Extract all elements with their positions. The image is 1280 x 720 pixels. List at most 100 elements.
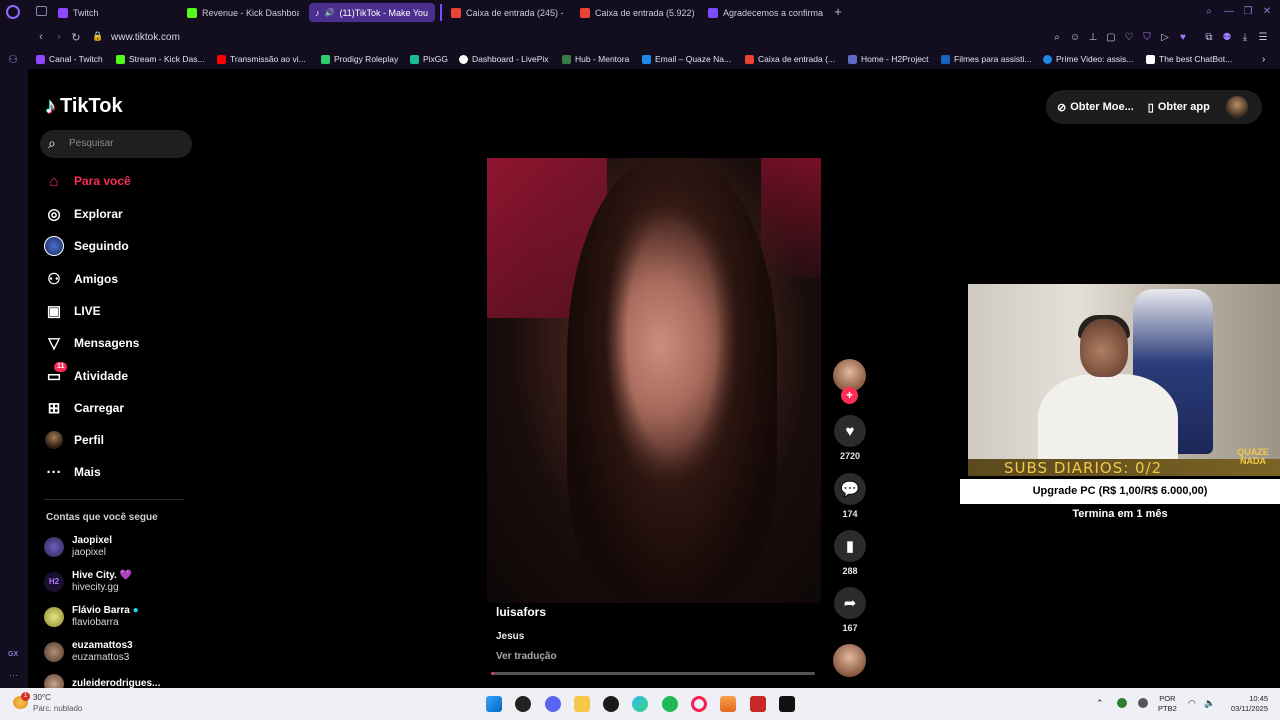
- following-account[interactable]: Flávio Barra ● flaviobarra: [44, 605, 139, 629]
- nav-messages[interactable]: ▽ Mensagens: [44, 332, 139, 354]
- url-field[interactable]: www.tiktok.com: [111, 32, 180, 43]
- vpn-shield-icon[interactable]: ⛉: [1141, 32, 1153, 44]
- video-author[interactable]: luisafors: [496, 605, 546, 619]
- minimize-icon[interactable]: —: [1223, 6, 1235, 18]
- close-window-icon[interactable]: ✕: [1261, 6, 1273, 18]
- bookmark-item[interactable]: Canal - Twitch: [36, 54, 103, 64]
- bookmark-item[interactable]: PixGG: [410, 54, 448, 64]
- tray-expand-icon[interactable]: ⌃: [1096, 698, 1104, 708]
- language-indicator[interactable]: POR PTB2: [1158, 694, 1177, 714]
- bookmark-icon[interactable]: ▮: [834, 530, 866, 562]
- follow-plus-icon[interactable]: +: [841, 387, 858, 404]
- github-icon[interactable]: [603, 696, 619, 712]
- bookmark-icon[interactable]: ♡: [1123, 32, 1135, 44]
- tab-kick[interactable]: Revenue - Kick Dashboar: [187, 3, 299, 22]
- tab-twitch[interactable]: Twitch: [58, 3, 178, 22]
- bookmark-item[interactable]: Email – Quaze Na...: [642, 54, 731, 64]
- account-icon[interactable]: ⚉: [1221, 32, 1233, 44]
- tiktok-logo[interactable]: ♪ TikTok: [45, 93, 123, 119]
- file-explorer-icon[interactable]: [574, 696, 590, 712]
- comment-action[interactable]: 💬 174: [833, 473, 867, 519]
- zoom-icon[interactable]: ⌕: [1051, 32, 1063, 44]
- weather-desc[interactable]: Parc. nublado: [33, 704, 82, 713]
- snapshot-icon[interactable]: ▢: [1105, 32, 1117, 44]
- tab-menu-icon[interactable]: [36, 6, 47, 16]
- opera-logo-icon[interactable]: [6, 5, 20, 19]
- extensions-icon[interactable]: ⧉: [1203, 32, 1215, 44]
- spotify-icon[interactable]: [662, 696, 678, 712]
- like-action[interactable]: ♥ 2720: [833, 415, 867, 461]
- following-account[interactable]: zuleiderodrigues...: [44, 674, 160, 688]
- bookmark-item[interactable]: Home - H2Project: [848, 54, 929, 64]
- share-action[interactable]: ➦ 167: [833, 587, 867, 633]
- bookmark-item[interactable]: Transmissão ao vi...: [217, 54, 306, 64]
- discord-icon[interactable]: [545, 696, 561, 712]
- save-action[interactable]: ▮ 288: [833, 530, 867, 576]
- obs-icon[interactable]: [515, 696, 531, 712]
- bookmarks-more-icon[interactable]: ›: [1262, 54, 1265, 65]
- get-app-button[interactable]: ▯ Obter app: [1148, 101, 1210, 114]
- tab-tiktok[interactable]: ♪ 🔊 (11)TikTok - Make You: [309, 3, 435, 22]
- nav-friends[interactable]: ⚇ Amigos: [44, 268, 118, 290]
- video-player[interactable]: [487, 158, 821, 603]
- search-input[interactable]: ⌕ Pesquisar: [40, 130, 192, 158]
- windows-start-icon[interactable]: [486, 696, 502, 712]
- tray-app-icon[interactable]: [1138, 698, 1148, 708]
- search-tabs-icon[interactable]: ⌕: [1203, 6, 1215, 18]
- back-icon[interactable]: ‹: [35, 31, 47, 43]
- download-icon[interactable]: ⤓: [1239, 32, 1251, 44]
- weather-temp[interactable]: 30°C: [33, 693, 51, 702]
- emoji-icon[interactable]: ☺: [1069, 32, 1081, 44]
- nav-for-you[interactable]: ⌂ Para você: [44, 170, 130, 192]
- bookmark-item[interactable]: Prodigy Roleplay: [321, 54, 398, 64]
- app-icon[interactable]: [750, 696, 766, 712]
- launcher-icon[interactable]: [720, 696, 736, 712]
- nav-live[interactable]: ▣ LIVE: [44, 300, 101, 322]
- clock[interactable]: 10:45 03/11/2025: [1224, 694, 1268, 714]
- nav-following[interactable]: Seguindo: [44, 235, 129, 257]
- tab-confirm[interactable]: Agradecemos a confirmaç: [708, 3, 823, 22]
- sidebar-more-icon[interactable]: ···: [9, 670, 18, 680]
- video-progress[interactable]: [491, 672, 815, 675]
- tab-gmail-2[interactable]: Caixa de entrada (5.922): [580, 3, 695, 22]
- gx-icon[interactable]: GX: [8, 651, 18, 658]
- following-account[interactable]: H2 Hive City. 💜 hivecity.gg: [44, 570, 132, 594]
- bookmark-item[interactable]: Filmes para assisti...: [941, 54, 1031, 64]
- bookmark-item[interactable]: Prime Video: assis...: [1043, 54, 1133, 64]
- following-account[interactable]: euzamattos3 euzamattos3: [44, 640, 133, 664]
- nav-profile[interactable]: Perfil: [44, 429, 104, 451]
- nav-explore[interactable]: ◎ Explorar: [44, 203, 122, 225]
- music-disc-avatar[interactable]: [833, 644, 866, 677]
- bookmark-item[interactable]: Caixa de entrada (...: [745, 54, 835, 64]
- get-coins-button[interactable]: ⊘ Obter Moe...: [1057, 101, 1134, 114]
- bookmark-item[interactable]: The best ChatBot...: [1146, 54, 1232, 64]
- nav-upload[interactable]: ⊞ Carregar: [44, 397, 124, 419]
- forward-icon[interactable]: ›: [53, 31, 65, 43]
- reload-icon[interactable]: ↻: [70, 31, 82, 44]
- opera-gx-icon[interactable]: [691, 696, 707, 712]
- tray-app-icon[interactable]: [1117, 698, 1127, 708]
- nav-activity[interactable]: ▭ 11 Atividade: [44, 362, 128, 387]
- bookmark-item[interactable]: Dashboard - LivePix: [459, 54, 549, 64]
- share-icon[interactable]: ➦: [834, 587, 866, 619]
- new-tab-icon[interactable]: +: [832, 5, 844, 18]
- heart-icon[interactable]: ♥: [834, 415, 866, 447]
- translate-link[interactable]: Ver tradução: [496, 651, 557, 662]
- bookmark-item[interactable]: Stream - Kick Das...: [116, 54, 205, 64]
- settings-icon[interactable]: ☰: [1257, 32, 1269, 44]
- app-icon[interactable]: [779, 696, 795, 712]
- edge-icon[interactable]: [632, 696, 648, 712]
- tab-gmail-1[interactable]: Caixa de entrada (245) -: [451, 3, 566, 22]
- pin-icon[interactable]: ⊥: [1087, 32, 1099, 44]
- heart-icon[interactable]: ♥: [1177, 32, 1189, 44]
- bookmark-item[interactable]: Hub - Mentora: [562, 54, 629, 64]
- nav-more[interactable]: ··· Mais: [44, 461, 101, 483]
- following-account[interactable]: Jaopixel jaopixel: [44, 535, 112, 559]
- volume-icon[interactable]: 🔈: [1204, 698, 1215, 708]
- wifi-icon[interactable]: ◠: [1188, 698, 1196, 708]
- player-icon[interactable]: ▷: [1159, 32, 1171, 44]
- comment-icon[interactable]: 💬: [834, 473, 866, 505]
- user-avatar[interactable]: [1225, 96, 1248, 118]
- maximize-icon[interactable]: ❐: [1242, 6, 1254, 18]
- aria-icon[interactable]: ⚇: [8, 53, 18, 66]
